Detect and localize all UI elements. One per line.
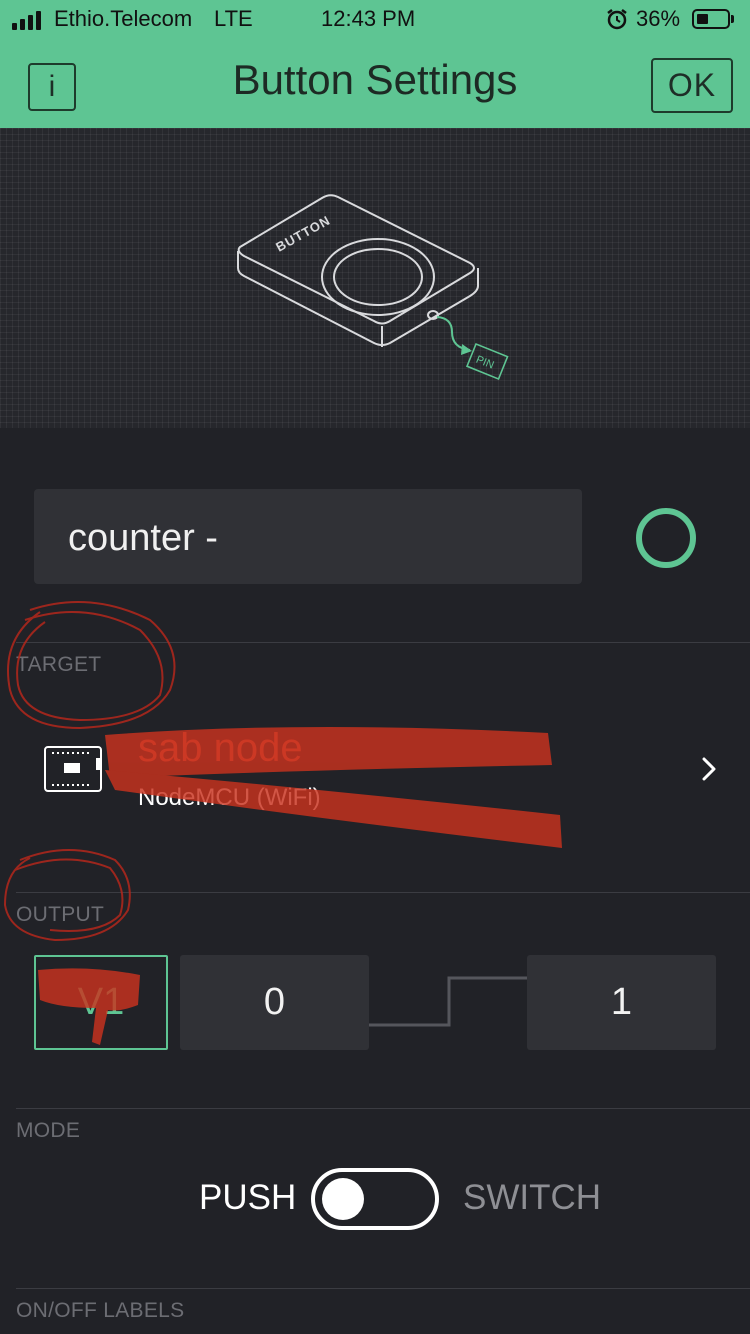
microcontroller-board-icon — [44, 746, 102, 792]
alarm-clock-icon — [607, 9, 627, 30]
mode-push-label[interactable]: PUSH — [199, 1178, 296, 1218]
network-type: LTE — [214, 6, 253, 31]
target-device-name: sab node — [138, 726, 303, 770]
status-time: 12:43 PM — [321, 6, 416, 31]
output-range-indicator — [369, 976, 527, 1027]
cellular-signal-icon — [12, 10, 48, 30]
output-high-value-input[interactable]: 1 — [527, 955, 716, 1050]
widget-illustration: BUTTON PIN — [0, 128, 750, 428]
mode-switch-label[interactable]: SWITCH — [463, 1178, 601, 1218]
target-device-type: NodeMCU (WiFi) — [138, 784, 321, 811]
target-section-label: TARGET — [16, 653, 102, 676]
divider — [16, 1288, 750, 1289]
battery-icon — [692, 9, 730, 29]
carrier-name: Ethio.Telecom — [54, 6, 193, 31]
divider — [16, 642, 750, 643]
device-label: BUTTON — [273, 212, 333, 254]
mode-section-label: MODE — [16, 1119, 81, 1142]
toggle-knob — [322, 1178, 364, 1220]
widget-name-value: counter - — [68, 517, 218, 559]
button-device-illustration: BUTTON PIN — [237, 194, 509, 381]
on-off-labels-section-label: ON/OFF LABELS — [16, 1299, 185, 1322]
battery-percent: 36% — [636, 6, 681, 31]
status-bar: Ethio.Telecom LTE 12:43 PM 36% — [0, 0, 750, 40]
output-low-value-input[interactable]: 0 — [180, 955, 369, 1050]
color-picker-button[interactable] — [636, 508, 696, 568]
chevron-right-icon — [702, 757, 716, 781]
output-section-label: OUTPUT — [16, 903, 105, 926]
output-pin-selector[interactable]: V1 — [34, 955, 168, 1050]
divider — [16, 892, 750, 893]
divider — [16, 1108, 750, 1109]
header-bar: Ethio.Telecom LTE 12:43 PM 36% i Button … — [0, 0, 750, 128]
pin-label: PIN — [474, 354, 496, 372]
widget-name-input[interactable]: counter - — [34, 489, 582, 584]
mode-toggle-switch[interactable] — [311, 1168, 439, 1230]
battery-cap — [731, 15, 734, 23]
ok-button[interactable]: OK — [651, 58, 733, 113]
page-title: Button Settings — [232, 56, 518, 103]
